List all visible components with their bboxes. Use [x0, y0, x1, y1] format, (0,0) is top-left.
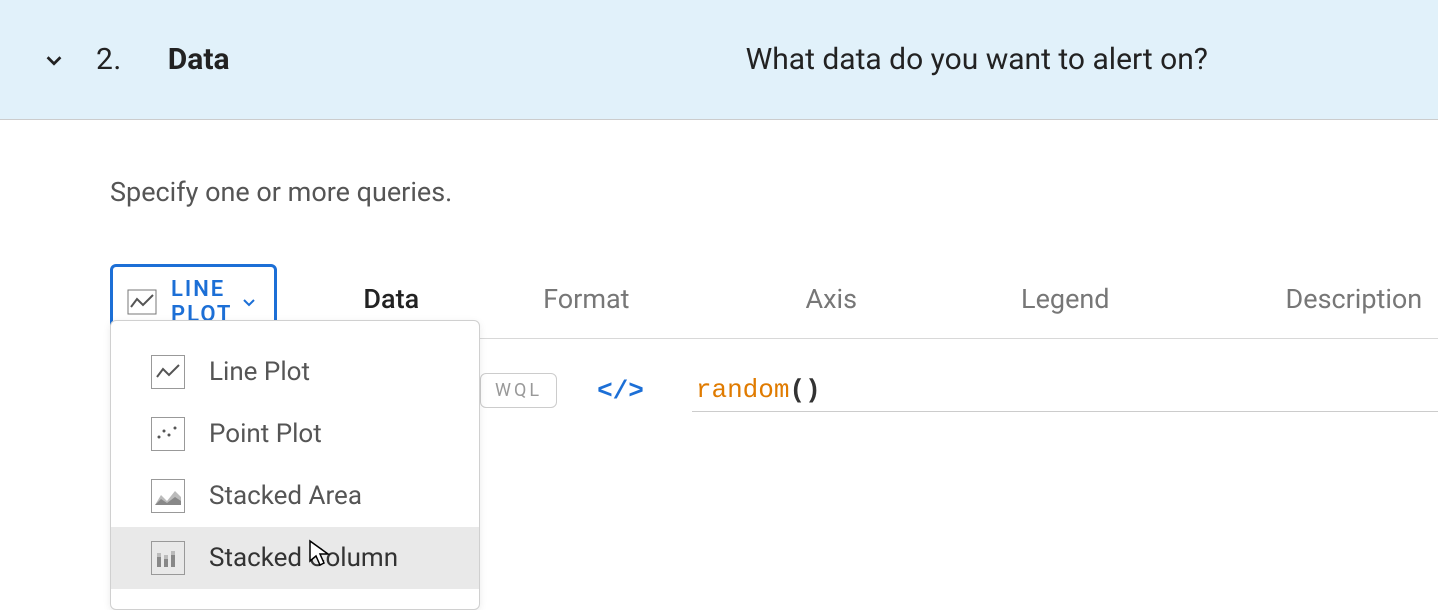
line-plot-icon [151, 355, 185, 389]
query-function: random [696, 375, 790, 405]
instruction-text: Specify one or more queries. [110, 176, 1438, 208]
step-title: Data [168, 42, 230, 77]
point-plot-icon [151, 417, 185, 451]
step-question: What data do you want to alert on? [746, 42, 1208, 77]
dropdown-item-label: Stacked Column [209, 543, 398, 573]
query-row: WQL </> random() [480, 369, 1438, 412]
dropdown-item-label: Stacked Area [209, 481, 362, 511]
chevron-down-icon[interactable] [40, 46, 68, 74]
query-input[interactable]: random() [692, 369, 1438, 412]
plot-type-dropdown: Line Plot Point Plot Stacked Area [110, 320, 480, 610]
dropdown-item-label: Line Plot [209, 357, 310, 387]
code-icon[interactable]: </> [597, 376, 644, 406]
tab-legend[interactable]: Legend [991, 267, 1139, 335]
wql-badge[interactable]: WQL [480, 373, 557, 408]
query-parens: () [790, 375, 821, 405]
dropdown-item-stacked-column[interactable]: Stacked Column [111, 527, 479, 589]
cursor-icon [306, 539, 334, 569]
tab-format[interactable]: Format [513, 267, 659, 335]
dropdown-item-line-plot[interactable]: Line Plot [111, 341, 479, 403]
chevron-down-icon [242, 297, 256, 307]
section-header[interactable]: 2. Data What data do you want to alert o… [0, 0, 1438, 120]
tab-description[interactable]: Description [1256, 267, 1438, 335]
dropdown-item-point-plot[interactable]: Point Plot [111, 403, 479, 465]
stacked-column-icon [151, 541, 185, 575]
stacked-area-icon [151, 479, 185, 513]
line-plot-icon [127, 289, 157, 315]
tab-axis[interactable]: Axis [776, 267, 888, 335]
dropdown-item-label: Point Plot [209, 419, 322, 449]
dropdown-item-stacked-area[interactable]: Stacked Area [111, 465, 479, 527]
step-number: 2. [96, 42, 122, 77]
